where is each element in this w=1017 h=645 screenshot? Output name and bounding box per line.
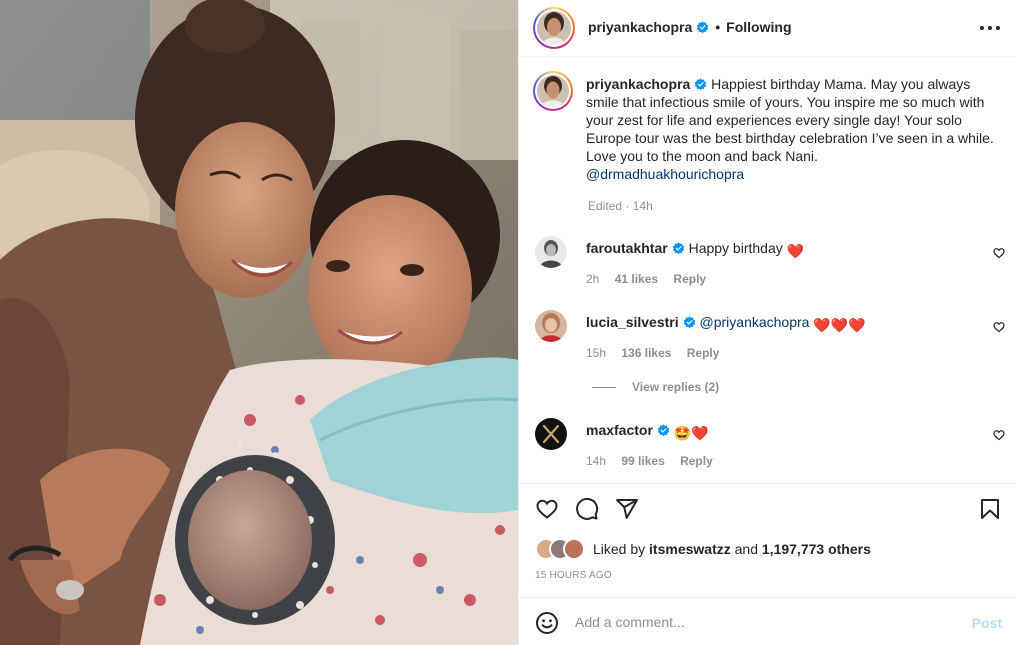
comment-item: faroutakhtar Happy birthday ❤️ 2h 41 lik… bbox=[535, 236, 1005, 292]
avatar-portrait bbox=[537, 75, 569, 107]
comment-like-heart-icon[interactable] bbox=[993, 247, 1005, 259]
caption-age[interactable]: 14h bbox=[633, 199, 653, 213]
following-button[interactable]: Following bbox=[726, 19, 791, 35]
save-bookmark-icon[interactable] bbox=[978, 497, 1002, 521]
reply-button[interactable]: Reply bbox=[680, 454, 713, 468]
comment-body: maxfactor 🤩❤️ bbox=[586, 421, 966, 442]
post-photo[interactable] bbox=[0, 0, 518, 645]
verified-badge-icon bbox=[683, 316, 695, 329]
comment-likes[interactable]: 41 likes bbox=[615, 272, 658, 286]
heart-emoji: ❤️❤️❤️ bbox=[813, 317, 866, 333]
like-heart-icon[interactable] bbox=[535, 497, 559, 521]
heart-emoji: ❤️ bbox=[786, 243, 805, 259]
edited-label: Edited bbox=[588, 199, 623, 213]
comment-mention-link[interactable]: @priyankachopra bbox=[700, 314, 810, 330]
comments-list[interactable]: priyankachopra Happiest birthday Mama. M… bbox=[519, 58, 1017, 483]
verified-badge-icon bbox=[695, 78, 707, 91]
caption-username[interactable]: priyankachopra bbox=[586, 76, 690, 92]
avatar-portrait bbox=[535, 418, 567, 450]
likes-summary: Liked by itsmeswatzz and 1,197,773 other… bbox=[535, 537, 871, 561]
view-replies-button[interactable]: View replies (2) bbox=[592, 380, 719, 394]
comment-avatar[interactable] bbox=[535, 310, 567, 342]
post-side-panel: priyankachopra • Following priyankachopr… bbox=[518, 0, 1017, 645]
verified-badge-icon bbox=[657, 424, 670, 437]
post-actions-bar bbox=[519, 483, 1017, 533]
caption-meta: Edited · 14h bbox=[588, 199, 653, 213]
add-comment-bar: Post bbox=[519, 597, 1017, 645]
share-send-icon[interactable] bbox=[615, 497, 639, 521]
comment-likes[interactable]: 99 likes bbox=[621, 454, 664, 468]
meta-separator: · bbox=[625, 199, 630, 213]
comment-body: lucia_silvestri @priyankachopra ❤️❤️❤️ bbox=[586, 313, 966, 334]
avatar-portrait bbox=[535, 236, 567, 268]
view-replies-label[interactable]: View replies (2) bbox=[632, 380, 719, 394]
comment-username[interactable]: faroutakhtar bbox=[586, 240, 668, 256]
star-eyes-heart-emoji: 🤩❤️ bbox=[673, 425, 709, 441]
avatar-portrait bbox=[537, 11, 571, 45]
post-header: priyankachopra • Following bbox=[519, 0, 1017, 57]
reply-button[interactable]: Reply bbox=[687, 346, 720, 360]
comment-avatar[interactable] bbox=[535, 418, 567, 450]
comment-item: maxfactor 🤩❤️ 14h 99 likes Reply bbox=[535, 418, 1005, 474]
verified-badge-icon bbox=[672, 242, 684, 255]
comment-meta: 14h 99 likes Reply bbox=[586, 454, 725, 468]
comment-age[interactable]: 15h bbox=[586, 346, 606, 360]
comment-body: faroutakhtar Happy birthday ❤️ bbox=[586, 239, 966, 260]
author-username[interactable]: priyankachopra bbox=[588, 19, 692, 35]
liker-avatar bbox=[563, 538, 585, 560]
header-separator: • bbox=[715, 19, 721, 35]
add-comment-input[interactable] bbox=[575, 610, 955, 634]
comment-item: lucia_silvestri @priyankachopra ❤️❤️❤️ 1… bbox=[535, 310, 1005, 366]
post-modal: priyankachopra • Following priyankachopr… bbox=[0, 0, 1017, 645]
liker-username[interactable]: itsmeswatzz bbox=[649, 541, 731, 557]
avatar-portrait bbox=[535, 310, 567, 342]
reply-button[interactable]: Reply bbox=[673, 272, 706, 286]
emoji-smiley-icon[interactable] bbox=[535, 611, 559, 635]
comment-avatar[interactable] bbox=[535, 236, 567, 268]
likes-and-label: and bbox=[734, 541, 758, 557]
comment-like-heart-icon[interactable] bbox=[993, 429, 1005, 441]
caption-mention-link[interactable]: @drmadhuakhourichopra bbox=[586, 166, 744, 182]
comment-likes[interactable]: 136 likes bbox=[621, 346, 671, 360]
comment-like-heart-icon[interactable] bbox=[993, 321, 1005, 333]
family-photo-illustration bbox=[0, 0, 518, 645]
liked-by-label: Liked by bbox=[593, 541, 646, 557]
caption-avatar[interactable] bbox=[533, 71, 573, 111]
comment-bubble-icon[interactable] bbox=[575, 497, 599, 521]
comment-meta: 15h 136 likes Reply bbox=[586, 346, 731, 360]
comment-username[interactable]: maxfactor bbox=[586, 422, 653, 438]
comment-username[interactable]: lucia_silvestri bbox=[586, 314, 679, 330]
author-avatar[interactable] bbox=[533, 7, 575, 49]
likes-count[interactable]: 1,197,773 others bbox=[762, 541, 871, 557]
comment-age[interactable]: 14h bbox=[586, 454, 606, 468]
comment-meta: 2h 41 likes Reply bbox=[586, 272, 718, 286]
liker-avatars[interactable] bbox=[535, 538, 589, 560]
comment-text: Happy birthday bbox=[688, 240, 783, 256]
likes-text: Liked by itsmeswatzz and 1,197,773 other… bbox=[593, 541, 871, 557]
post-comment-button[interactable]: Post bbox=[972, 615, 1002, 631]
verified-badge-icon bbox=[697, 20, 709, 33]
post-timestamp[interactable]: 15 HOURS AGO bbox=[535, 570, 612, 581]
more-options-icon[interactable] bbox=[978, 18, 1002, 38]
caption-text: priyankachopra Happiest birthday Mama. M… bbox=[586, 75, 1001, 183]
replies-divider-line bbox=[592, 386, 616, 388]
comment-age[interactable]: 2h bbox=[586, 272, 599, 286]
